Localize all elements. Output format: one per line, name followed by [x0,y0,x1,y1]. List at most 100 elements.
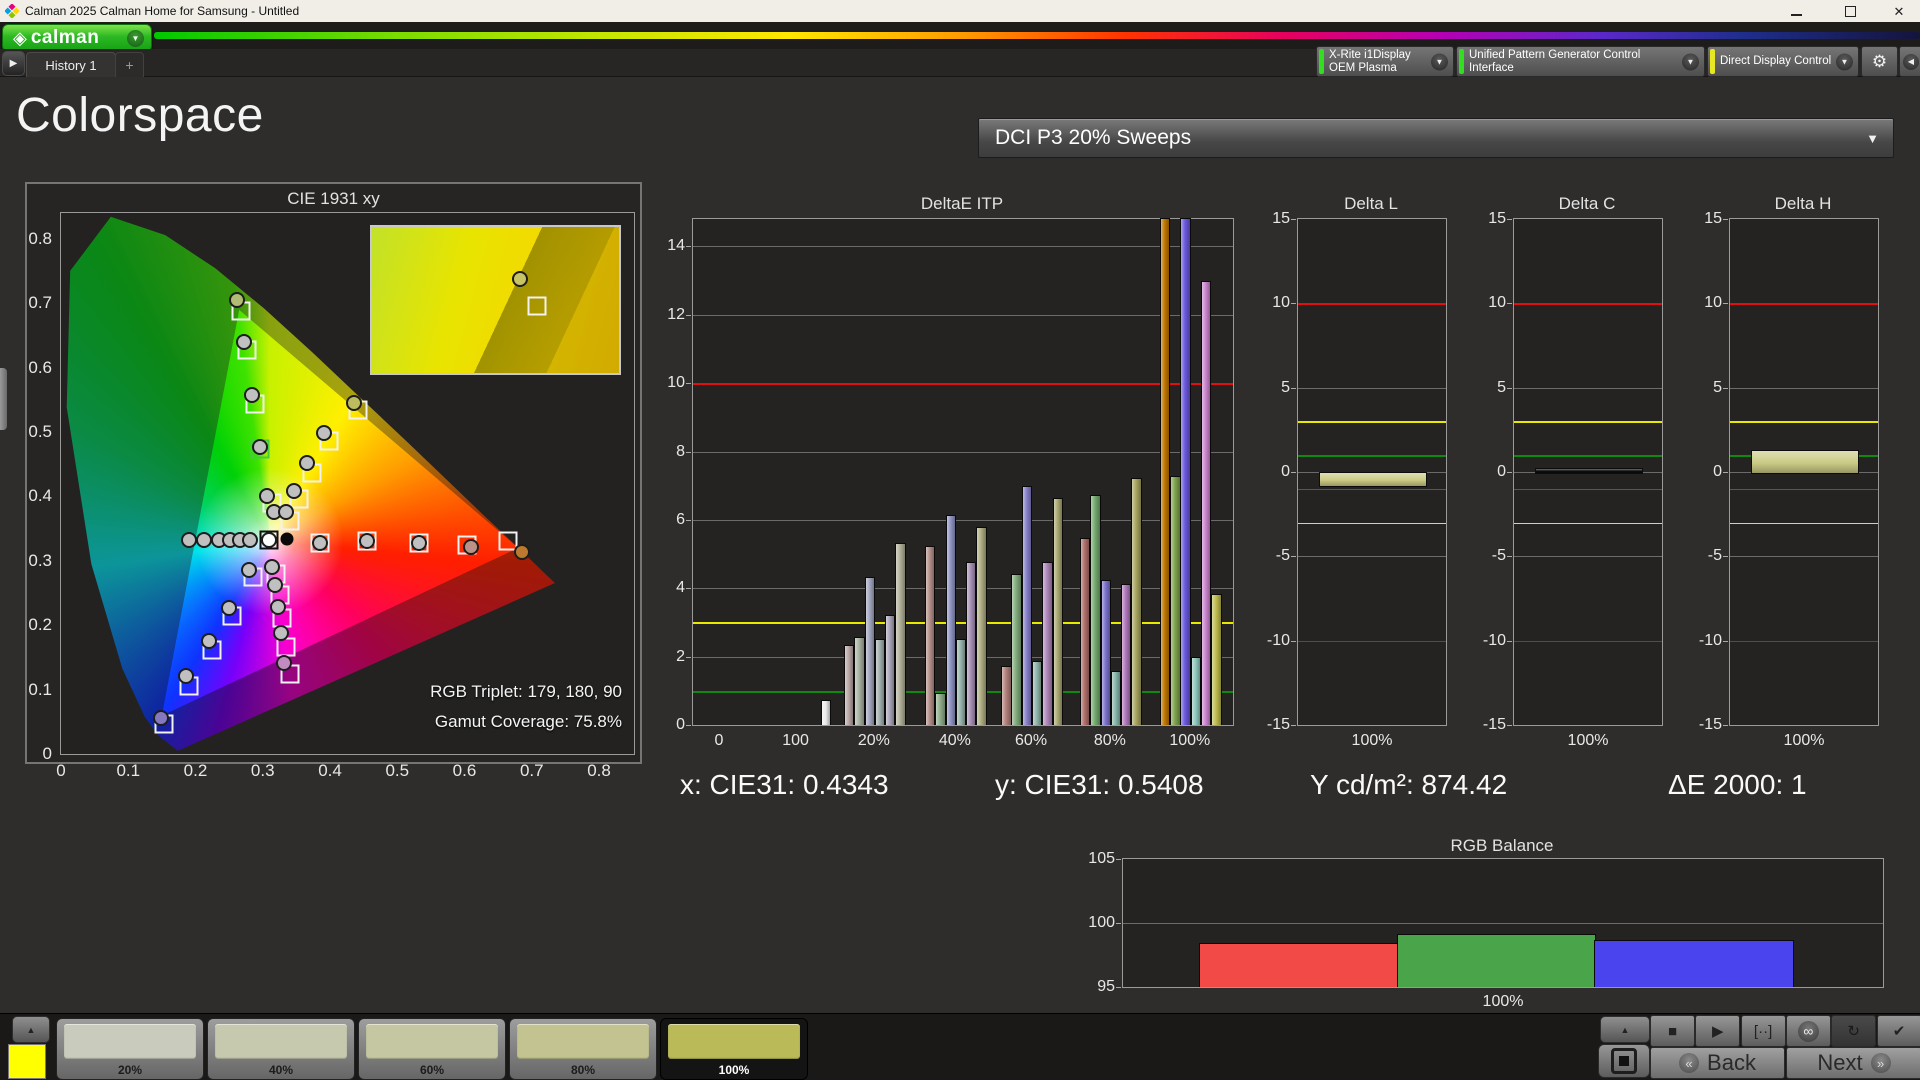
table-cell: 0.3869 [444,818,553,844]
preset-dropdown[interactable]: DCI P3 20% Sweeps ▼ [978,118,1894,158]
readout-de2000: ΔE 2000: 1 [1668,769,1807,801]
swatch-scroll-up-button[interactable]: ▲ [12,1016,50,1043]
table-cell: 908.0298 [553,922,662,948]
swatch-card-40%[interactable]: 40% [207,1018,355,1080]
confirm-button[interactable]: ✔ [1877,1015,1920,1047]
calman-brand: calman [31,27,99,49]
swatch-label: 40% [208,1063,354,1077]
delta-limit-line [1730,489,1878,491]
chevron-down-icon: ▼ [1866,131,1879,146]
deltae-bar-60% [1042,562,1052,725]
tab-history-1[interactable]: History 1 [26,52,116,77]
play-button[interactable]: ▶ [1695,1015,1740,1047]
restore-button[interactable] [1835,0,1865,22]
sidebar-expand-button[interactable]: ▶ [2,51,25,76]
cie-measured-point [512,271,528,287]
add-tab-button[interactable]: + [115,52,144,77]
meter-button-display-control[interactable]: Direct Display Control ▼ [1707,46,1859,77]
measure-series-button[interactable]: [··] [1741,1015,1786,1047]
cie-measured-point [346,395,362,411]
transport-scroll-up-button[interactable]: ▲ [1600,1016,1650,1043]
swatch-color-patch [366,1024,498,1059]
deltae-gridline [693,452,1233,453]
cie-measured-point [312,535,328,551]
rgb-balance-plot: 10510095100% [1122,858,1884,988]
table-cell: 0.4464 [444,896,553,922]
table-cell: 0.5408 [662,896,771,922]
calman-window: Calman 2025 Calman Home for Samsung - Un… [0,0,1920,1080]
rainbow-strip [154,32,1920,39]
cie-measured-point [181,532,197,548]
deltae-bar-40% [925,546,935,725]
delta-bar [1535,468,1644,474]
table-row-label: Target y:CIE31 [25,844,226,870]
table-row: y: CIE310.37220.40740.44640.49160.5408 [25,896,771,922]
back-button[interactable]: « Back [1650,1047,1785,1079]
deltae-bar-80% [1101,580,1111,725]
swatch-card-80%[interactable]: 80% [509,1018,657,1080]
cie-measured-point [463,539,479,555]
cie-measured-point [261,532,277,548]
table-row: Target y:CIE310.37260.41320.45610.49560.… [25,844,771,870]
refresh-button[interactable]: ↻ [1831,1015,1876,1047]
close-button[interactable]: ✕ [1884,0,1914,22]
cie-y-tick-label: 0.1 [28,680,52,700]
deltae-bar-white [821,700,831,725]
chevron-right-icon: » [1871,1053,1891,1073]
delta-x-label: 100% [1568,732,1609,750]
measure-series-icon: [··] [1754,1023,1772,1040]
deltae-gridline [693,315,1233,316]
calman-menu-button[interactable]: ◈ calman ▼ [2,24,152,52]
meter-button-colorimeter[interactable]: X-Rite i1Display OEM Plasma ▼ [1316,46,1454,77]
rgb-balance-title: RGB Balance [1451,836,1554,856]
readout-bar: x: CIE31: 0.4343 y: CIE31: 0.5408 Y cd/m… [655,763,1900,807]
deltae-bar-60% [1032,661,1042,725]
delta-y-tick-label: 10 [1472,294,1506,312]
cie-x-tick-label: 0.1 [116,761,140,781]
cie-measured-point [411,535,427,551]
cie-measured-point [196,532,212,548]
meter-button-pattern-generator[interactable]: Unified Pattern Generator Control Interf… [1456,46,1705,77]
minimize-button[interactable] [1781,0,1811,22]
delta-y-tick-label: -15 [1256,716,1290,734]
table-cell: 3.3664 [226,948,335,974]
deltae-x-tick-label: 80% [1094,732,1126,750]
deltae-bar-20% [844,645,854,725]
left-panel-handle[interactable] [0,368,7,430]
refresh-icon: ↻ [1847,1022,1860,1040]
cie-measured-point [244,387,260,403]
panel-collapse-button[interactable]: ◀ [1899,46,1920,77]
deltae-limit-line [693,383,1233,385]
delta-y-tick-label: -10 [1472,632,1506,650]
swatch-card-100%[interactable]: 100% [660,1018,808,1080]
chevron-down-icon: ▼ [1682,53,1699,70]
table-cell: 0.3505 [335,870,444,896]
stop-button[interactable]: ■ [1650,1015,1695,1047]
deltae-x-tick-label: 20% [858,732,890,750]
table-cell: 0.4916 [553,896,662,922]
table-cell: 2.1688 [335,948,444,974]
table-cell: 920.7254 [444,922,553,948]
stop-large-button[interactable] [1598,1044,1650,1078]
delta-y-tick-label: 15 [1688,210,1722,228]
swatch-card-60%[interactable]: 60% [358,1018,506,1080]
table-cell: 1.9061 [553,948,662,974]
swatch-label: 20% [57,1063,203,1077]
next-button[interactable]: Next » [1786,1047,1920,1079]
swatch-card-20%[interactable]: 20% [56,1018,204,1080]
deltae-gridline [693,588,1233,589]
table-row-label: Y cd/m² [25,922,226,948]
play-icon: ▶ [1712,1022,1724,1040]
continuous-button[interactable]: ∞ [1786,1015,1831,1047]
cie-measured-point [359,533,375,549]
deltae-y-tick-label: 2 [651,648,685,666]
deltae-bar-20% [895,543,905,725]
settings-button[interactable]: ⚙ [1861,46,1898,77]
cie-measured-point [514,544,530,560]
window-title: Calman 2025 Calman Home for Samsung - Un… [25,4,299,18]
deltae-bar-40% [946,515,956,725]
table-cell: 874.4155 [662,922,771,948]
cie-measured-point [241,562,257,578]
cie-measured-point [299,455,315,471]
cie-measured-point [267,577,283,593]
